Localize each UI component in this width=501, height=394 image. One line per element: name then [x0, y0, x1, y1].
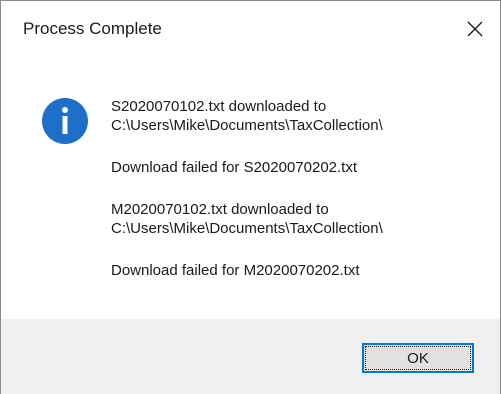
title-bar: Process Complete [1, 1, 500, 65]
info-icon [41, 97, 89, 145]
ok-button[interactable]: OK [362, 343, 474, 373]
message-text: S2020070102.txt downloaded to C:\Users\M… [111, 97, 491, 303]
message-line: C:\Users\Mike\Documents\TaxCollection\ [111, 117, 383, 134]
message-line: C:\Users\Mike\Documents\TaxCollection\ [111, 220, 383, 237]
close-icon [467, 21, 483, 37]
message-download-success: M2020070102.txt downloaded to C:\Users\M… [111, 200, 491, 238]
message-line: Download failed for S2020070202.txt [111, 159, 358, 176]
window-title: Process Complete [23, 19, 162, 38]
message-box-dialog: Process Complete S2020070102.txt downloa… [0, 0, 501, 394]
message-line: M2020070102.txt downloaded to [111, 201, 329, 218]
close-button[interactable] [453, 7, 497, 51]
message-download-failed: Download failed for S2020070202.txt [111, 158, 491, 177]
message-line: S2020070102.txt downloaded to [111, 98, 327, 115]
message-download-failed: Download failed for M2020070202.txt [111, 261, 491, 280]
message-download-success: S2020070102.txt downloaded to C:\Users\M… [111, 97, 491, 135]
message-line: Download failed for M2020070202.txt [111, 262, 360, 279]
button-bar: OK [1, 319, 500, 394]
